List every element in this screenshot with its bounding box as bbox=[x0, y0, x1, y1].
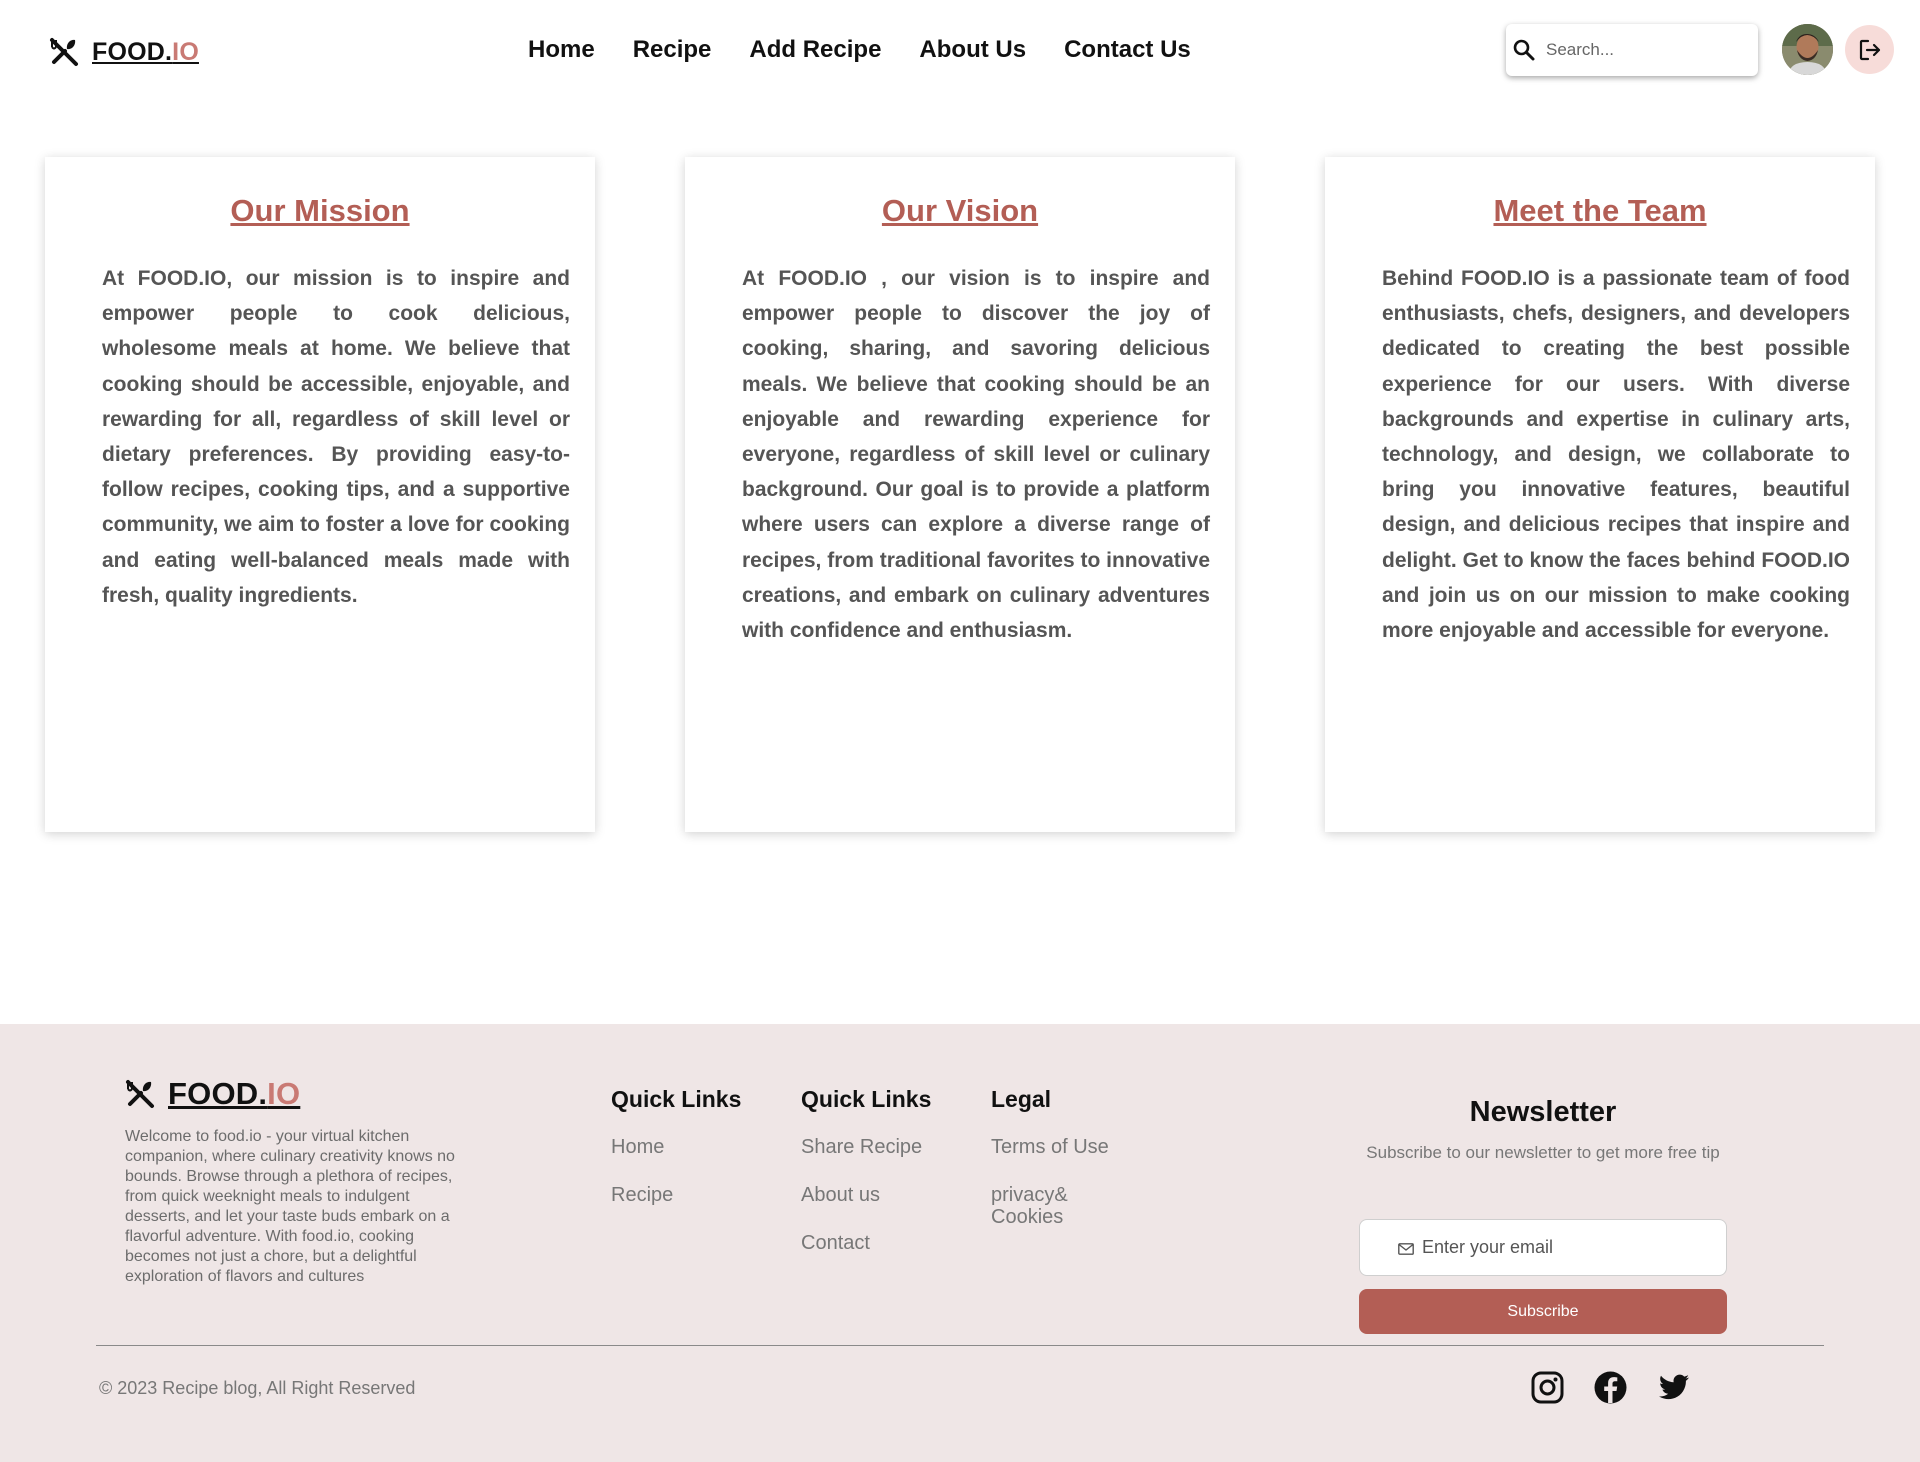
search-box[interactable] bbox=[1506, 24, 1758, 76]
nav-add-recipe[interactable]: Add Recipe bbox=[749, 36, 881, 64]
email-field[interactable] bbox=[1359, 1219, 1727, 1276]
mission-card: Our Mission At FOOD.IO, our mission is t… bbox=[45, 157, 595, 832]
footer-link-about-us[interactable]: About us bbox=[801, 1184, 931, 1206]
footer-logo-text: FOOD.IO bbox=[168, 1076, 301, 1111]
footer-divider bbox=[96, 1345, 1824, 1346]
footer-link-recipe[interactable]: Recipe bbox=[611, 1184, 741, 1206]
nav-home[interactable]: Home bbox=[528, 36, 595, 64]
email-input[interactable] bbox=[1422, 1237, 1702, 1258]
main-nav: Home Recipe Add Recipe About Us Contact … bbox=[528, 36, 1191, 64]
newsletter-title: Newsletter bbox=[1469, 1096, 1617, 1128]
search-input[interactable] bbox=[1546, 40, 1736, 60]
logout-button[interactable] bbox=[1845, 25, 1894, 74]
mission-title: Our Mission bbox=[230, 193, 410, 228]
footer-link-privacy[interactable]: privacy& Cookies bbox=[991, 1184, 1111, 1228]
nav-recipe[interactable]: Recipe bbox=[633, 36, 712, 64]
footer-logo[interactable]: FOOD.IO bbox=[124, 1076, 300, 1112]
team-text: Behind FOOD.IO is a passionate team of f… bbox=[1382, 267, 1850, 643]
mail-icon bbox=[1398, 1242, 1414, 1255]
vision-title: Our Vision bbox=[881, 193, 1039, 228]
site-logo[interactable]: FOOD.IO bbox=[48, 36, 199, 68]
footer-legal: Legal Terms of Use privacy& Cookies bbox=[991, 1086, 1111, 1254]
vision-card: Our Vision At FOOD.IO , our vision is to… bbox=[685, 157, 1235, 832]
social-links bbox=[1530, 1370, 1691, 1405]
footer-column-title: Legal bbox=[991, 1086, 1052, 1112]
logout-icon bbox=[1859, 39, 1880, 60]
fork-knife-icon bbox=[48, 36, 80, 68]
site-header: FOOD.IO Home Recipe Add Recipe About Us … bbox=[0, 0, 1920, 104]
team-title: Meet the Team bbox=[1493, 193, 1707, 228]
footer-description: Welcome to food.io - your virtual kitche… bbox=[125, 1128, 455, 1285]
footer-column-title: Quick Links bbox=[611, 1086, 742, 1112]
newsletter-subtitle: Subscribe to our newsletter to get more … bbox=[1366, 1143, 1720, 1162]
footer-link-contact[interactable]: Contact bbox=[801, 1232, 931, 1254]
avatar[interactable] bbox=[1782, 24, 1833, 75]
footer-link-share-recipe[interactable]: Share Recipe bbox=[801, 1136, 931, 1158]
footer-link-terms[interactable]: Terms of Use bbox=[991, 1136, 1111, 1158]
fork-knife-icon bbox=[124, 1078, 156, 1110]
site-footer: FOOD.IO Welcome to food.io - your virtua… bbox=[0, 1024, 1920, 1462]
newsletter: Newsletter Subscribe to our newsletter t… bbox=[1359, 1096, 1727, 1334]
logo-text: FOOD.IO bbox=[92, 37, 199, 66]
footer-quick-links-1: Quick Links Home Recipe bbox=[611, 1086, 741, 1232]
copyright: © 2023 Recipe blog, All Right Reserved bbox=[99, 1378, 416, 1398]
team-card: Meet the Team Behind FOOD.IO is a passio… bbox=[1325, 157, 1875, 832]
nav-about-us[interactable]: About Us bbox=[919, 36, 1026, 64]
mission-text: At FOOD.IO, our mission is to inspire an… bbox=[102, 267, 570, 607]
vision-text: At FOOD.IO , our vision is to inspire an… bbox=[742, 267, 1210, 643]
footer-quick-links-2: Quick Links Share Recipe About us Contac… bbox=[801, 1086, 931, 1280]
search-icon bbox=[1512, 38, 1536, 62]
instagram-icon[interactable] bbox=[1530, 1370, 1565, 1405]
facebook-icon[interactable] bbox=[1593, 1370, 1628, 1405]
subscribe-button[interactable]: Subscribe bbox=[1359, 1289, 1727, 1334]
footer-link-home[interactable]: Home bbox=[611, 1136, 741, 1158]
twitter-icon[interactable] bbox=[1656, 1370, 1691, 1405]
nav-contact-us[interactable]: Contact Us bbox=[1064, 36, 1191, 64]
footer-column-title: Quick Links bbox=[801, 1086, 932, 1112]
